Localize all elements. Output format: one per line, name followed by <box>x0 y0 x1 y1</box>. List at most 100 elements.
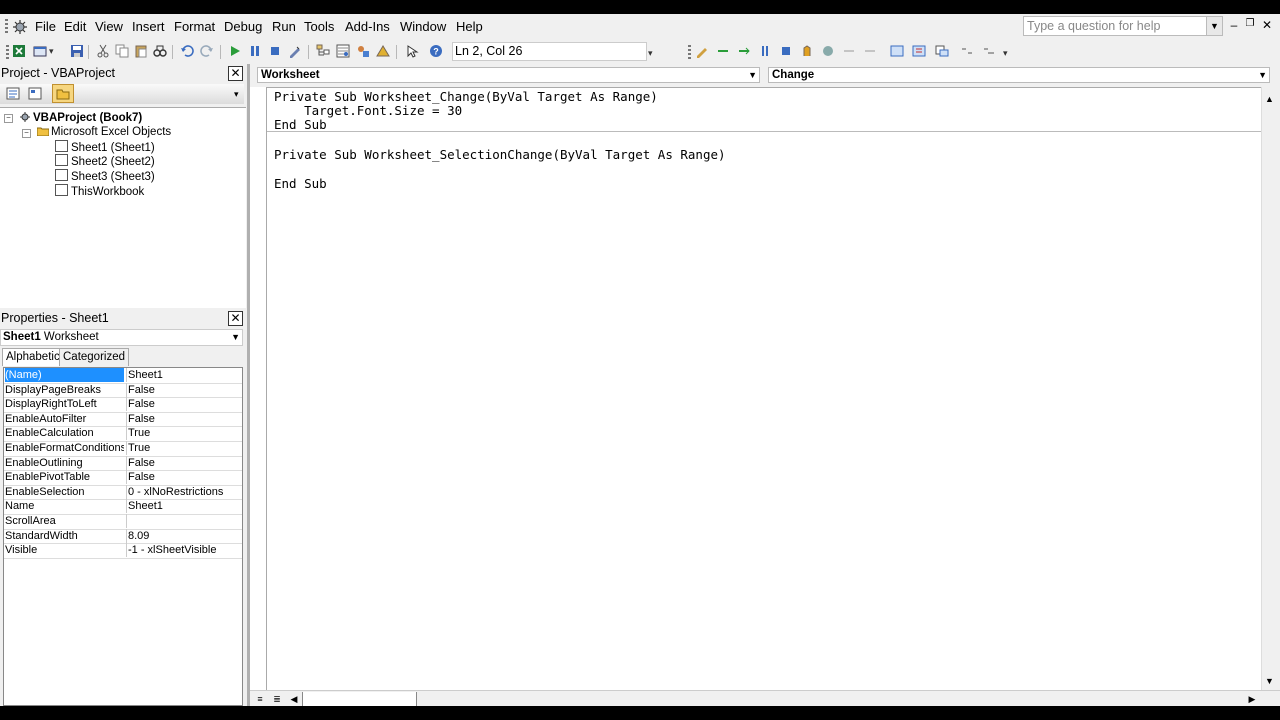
tree-root-vbaproject[interactable]: VBAProject (Book7) <box>19 111 142 125</box>
menu-tools[interactable]: Tools <box>304 19 334 34</box>
property-value[interactable]: False <box>126 470 242 485</box>
project-explorer-close-icon[interactable]: ✕ <box>228 66 243 81</box>
toolbox-icon[interactable] <box>376 44 390 58</box>
properties-window-icon[interactable] <box>336 44 350 58</box>
property-value[interactable]: False <box>126 411 242 426</box>
property-value[interactable]: Sheet1 <box>126 499 242 514</box>
next-bookmark-icon[interactable] <box>890 44 904 58</box>
menu-window[interactable]: Window <box>400 19 446 34</box>
excel-view-icon[interactable] <box>12 44 26 58</box>
scroll-up-icon[interactable]: ▲ <box>1263 93 1276 105</box>
property-value[interactable]: Sheet1 <box>126 368 242 382</box>
property-row[interactable]: EnableAutoFilter False <box>4 411 242 428</box>
scroll-right-icon[interactable]: ▶ <box>1245 692 1259 706</box>
help-question-box[interactable]: ▼ <box>1023 16 1223 36</box>
help-search-input[interactable] <box>1024 17 1210 34</box>
paste-icon[interactable] <box>134 44 148 58</box>
procedure-combo[interactable]: Change ▼ <box>768 67 1270 83</box>
tree-folder-excel-objects[interactable]: Microsoft Excel Objects <box>36 125 171 139</box>
property-value[interactable]: -1 - xlSheetVisible <box>126 543 242 558</box>
properties-close-icon[interactable]: ✕ <box>228 311 243 326</box>
insert-userform-icon[interactable] <box>33 44 47 58</box>
tree-item-sheet3[interactable]: Sheet3 (Sheet3) <box>55 169 155 183</box>
list-constants-icon[interactable] <box>716 44 730 58</box>
previous-bookmark-icon[interactable] <box>912 44 926 58</box>
menu-run[interactable]: Run <box>272 19 296 34</box>
menu-format[interactable]: Format <box>174 19 215 34</box>
object-browser-icon[interactable] <box>356 44 370 58</box>
undo-icon[interactable] <box>180 44 194 58</box>
property-row[interactable]: Name Sheet1 <box>4 499 242 515</box>
property-key[interactable]: ScrollArea <box>5 514 124 528</box>
chevron-down-icon[interactable]: ▼ <box>1258 68 1267 82</box>
uncomment-block-icon[interactable] <box>842 44 856 58</box>
menu-edit[interactable]: Edit <box>64 19 86 34</box>
property-row[interactable]: Visible -1 - xlSheetVisible <box>4 543 242 559</box>
property-row[interactable]: EnableFormatConditionsCalculationTrue <box>4 441 242 457</box>
property-key[interactable]: DisplayRightToLeft <box>5 397 124 411</box>
clear-bookmarks-icon[interactable] <box>935 44 949 58</box>
properties-object-combo[interactable]: Sheet1 Worksheet ▼ <box>0 329 243 346</box>
property-row[interactable]: (Name) Sheet1 <box>4 368 242 384</box>
cut-icon[interactable] <box>96 44 110 58</box>
indent-icon[interactable] <box>758 44 772 58</box>
property-key[interactable]: EnableOutlining <box>5 456 124 470</box>
code-line[interactable]: Private Sub Worksheet_Change(ByVal Targe… <box>274 89 658 104</box>
property-row[interactable]: StandardWidth 8.09 <box>4 528 242 545</box>
property-value[interactable]: False <box>126 455 242 470</box>
code-line[interactable]: Private Sub Worksheet_SelectionChange(By… <box>274 147 726 162</box>
property-row[interactable]: EnablePivotTable False <box>4 470 242 486</box>
property-value[interactable] <box>126 514 242 528</box>
project-explorer-icon[interactable] <box>316 44 330 58</box>
tree-item-sheet2[interactable]: Sheet2 (Sheet2) <box>55 154 155 168</box>
reset-icon[interactable] <box>268 44 282 58</box>
tree-item-thisworkbook[interactable]: ThisWorkbook <box>55 184 144 198</box>
selection-icon[interactable] <box>405 44 419 58</box>
edit-toolbar-more-icon[interactable] <box>960 44 974 58</box>
procedure-view-icon[interactable]: ≡ <box>253 692 267 706</box>
quick-info-icon[interactable] <box>737 44 751 58</box>
full-module-view-icon[interactable]: ≣ <box>270 692 284 706</box>
toolbar-options-icon[interactable]: ▾ <box>648 48 657 59</box>
toggle-folders-button[interactable] <box>52 84 74 103</box>
code-margin[interactable] <box>250 87 266 690</box>
code-line[interactable]: Target.Font.Size = 30 <box>274 103 462 118</box>
menu-file[interactable]: File <box>35 19 56 34</box>
view-object-icon[interactable] <box>28 87 42 100</box>
property-key[interactable]: EnableAutoFilter <box>5 412 124 426</box>
property-key[interactable]: EnableSelection <box>5 485 124 499</box>
property-value[interactable]: True <box>126 441 242 455</box>
collapse-folder-icon[interactable]: − <box>22 129 31 138</box>
property-value[interactable]: True <box>126 426 242 441</box>
tree-item-sheet1[interactable]: Sheet1 (Sheet1) <box>55 140 155 154</box>
property-row[interactable]: DisplayRightToLeft False <box>4 397 242 413</box>
tab-alphabetic[interactable]: Alphabetic <box>2 348 64 366</box>
close-window-icon[interactable]: ✕ <box>1260 18 1274 32</box>
code-horizontal-scrollbar[interactable]: ≡ ≣ ◀ ▶ <box>250 690 1280 707</box>
code-line[interactable]: End Sub <box>274 176 327 191</box>
save-icon[interactable] <box>70 44 84 58</box>
design-mode-icon[interactable] <box>288 44 302 58</box>
help-dropdown-arrow[interactable]: ▼ <box>1206 17 1222 35</box>
toggle-bookmark-icon[interactable] <box>863 44 877 58</box>
scroll-left-icon[interactable]: ◀ <box>287 692 301 706</box>
property-value[interactable]: False <box>126 382 242 397</box>
property-key[interactable]: Visible <box>5 543 124 557</box>
collapse-root-icon[interactable]: − <box>4 114 13 123</box>
edit-toolbar-options-icon[interactable]: ▾ <box>1003 48 1012 59</box>
toggle-breakpoint-icon[interactable] <box>800 44 814 58</box>
property-key[interactable]: Name <box>5 499 124 513</box>
help-icon[interactable]: ? <box>429 44 443 58</box>
property-row[interactable]: ScrollArea <box>4 514 242 530</box>
code-vertical-scrollbar[interactable]: ▲ ▼ <box>1261 87 1277 690</box>
property-key[interactable]: EnableCalculation <box>5 426 124 440</box>
copy-icon[interactable] <box>115 44 129 58</box>
menu-add-ins[interactable]: Add-Ins <box>345 19 390 34</box>
menu-view[interactable]: View <box>95 19 123 34</box>
property-key[interactable]: StandardWidth <box>5 529 124 543</box>
property-value[interactable]: False <box>126 397 242 412</box>
object-combo[interactable]: Worksheet ▼ <box>257 67 760 83</box>
insert-dropdown-icon[interactable]: ▾ <box>49 46 58 57</box>
property-row[interactable]: EnableCalculation True <box>4 426 242 442</box>
run-icon[interactable] <box>228 44 242 58</box>
